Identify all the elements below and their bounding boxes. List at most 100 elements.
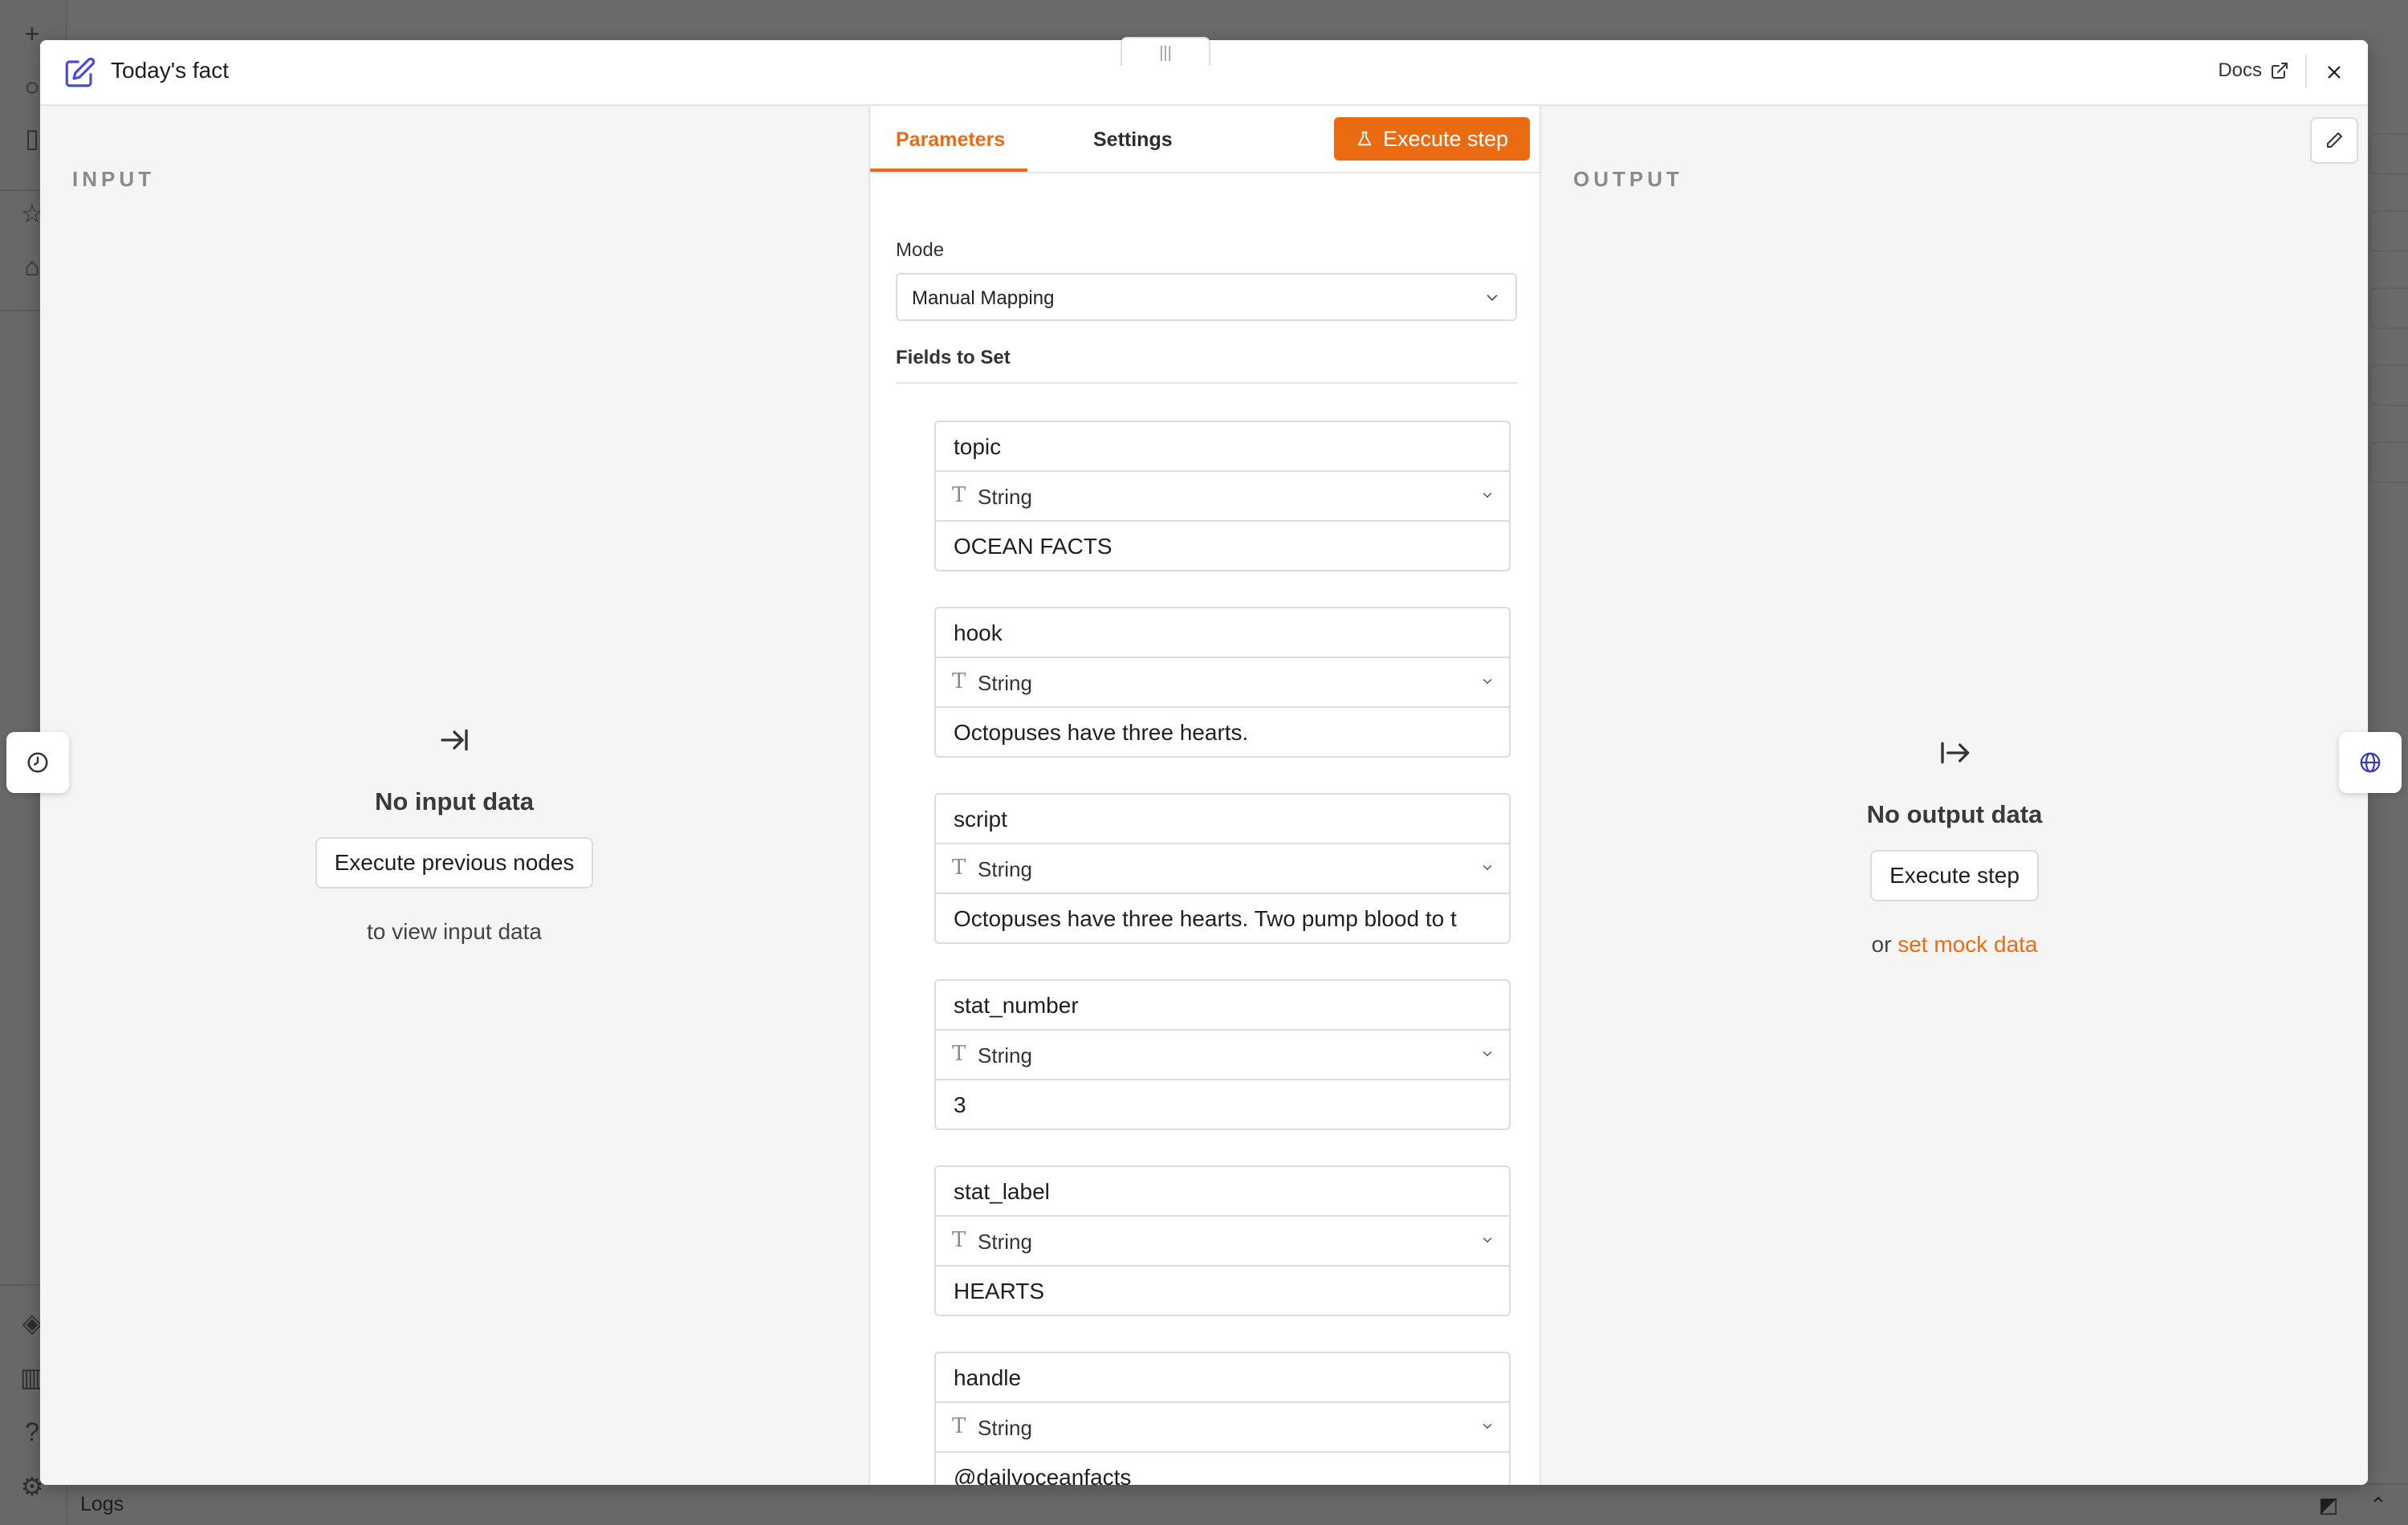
chevron-down-icon: [1483, 679, 1492, 684]
field-value-input[interactable]: @dailyoceanfacts: [936, 1453, 1509, 1485]
chevron-down-icon: [1483, 1051, 1492, 1056]
field-name-input[interactable]: script: [936, 795, 1509, 844]
node-modal: Today's fact Docs INPUT No input data Ex…: [40, 40, 2368, 1485]
chevron-down-icon: [1483, 1424, 1492, 1429]
type-string-icon: T: [952, 483, 966, 507]
execute-step-button[interactable]: Execute step: [1334, 117, 1530, 161]
field-type: String: [978, 1416, 1032, 1440]
field-type: String: [978, 485, 1032, 509]
header-divider: [2305, 55, 2307, 88]
docs-link[interactable]: Docs: [2218, 59, 2289, 82]
field-value-input[interactable]: 3: [936, 1080, 1509, 1128]
no-output-title: No output data: [1866, 800, 2043, 828]
output-hint: or set mock data: [1714, 932, 2195, 958]
field-value: Octopuses have three hearts. Two pump bl…: [954, 906, 1457, 931]
field-value: OCEAN FACTS: [954, 534, 1112, 559]
type-string-icon: T: [952, 669, 966, 693]
execute-previous-nodes-button[interactable]: Execute previous nodes: [315, 837, 594, 889]
field-type: String: [978, 671, 1032, 695]
input-empty-state: No input data Execute previous nodes to …: [214, 724, 695, 945]
field-type-select[interactable]: T String: [936, 844, 1509, 894]
field-group: stat_number T String 3: [934, 979, 1511, 1130]
field-name: stat_number: [954, 993, 1079, 1018]
type-string-icon: T: [952, 1414, 966, 1438]
field-name-input[interactable]: stat_number: [936, 981, 1509, 1031]
field-group: stat_label T String HEARTS: [934, 1165, 1511, 1316]
pencil-icon: [2327, 132, 2342, 148]
edit-output-button[interactable]: [2310, 117, 2358, 164]
mode-value: Manual Mapping: [912, 287, 1055, 309]
flask-icon: [1357, 131, 1372, 146]
field-type-select[interactable]: T String: [936, 1217, 1509, 1267]
arrow-to-right-icon: [441, 729, 468, 751]
execute-step-label: Execute step: [1382, 126, 1509, 151]
field-value-input[interactable]: OCEAN FACTS: [936, 522, 1509, 570]
external-link-icon: [2272, 63, 2288, 79]
type-string-icon: T: [952, 856, 966, 880]
output-panel-label: OUTPUT: [1573, 167, 1683, 191]
tab-parameters[interactable]: Parameters: [896, 128, 1005, 152]
input-panel: INPUT No input data Execute previous nod…: [40, 106, 868, 1485]
field-type-select[interactable]: T String: [936, 1031, 1509, 1080]
output-hint-prefix: or: [1871, 932, 1892, 957]
modal-title[interactable]: Today's fact: [111, 58, 229, 83]
mode-label: Mode: [896, 239, 945, 261]
field-name-input[interactable]: stat_label: [936, 1167, 1509, 1217]
field-value-input[interactable]: Octopuses have three hearts. Two pump bl…: [936, 894, 1509, 942]
no-input-title: No input data: [374, 787, 535, 815]
web-button[interactable]: [2339, 732, 2402, 793]
output-empty-state: No output data Execute step or set mock …: [1714, 737, 2195, 958]
panel-drag-handle[interactable]: |||: [1121, 37, 1210, 66]
set-mock-data-link[interactable]: set mock data: [1898, 932, 2037, 957]
field-value: Octopuses have three hearts.: [954, 720, 1249, 745]
chevron-up-icon[interactable]: ⌃: [2365, 1491, 2392, 1519]
field-value: @dailyoceanfacts: [954, 1465, 1132, 1485]
chevron-down-icon: [1483, 865, 1492, 870]
history-button[interactable]: [6, 732, 69, 793]
field-value-input[interactable]: HEARTS: [936, 1267, 1509, 1315]
field-name: script: [954, 807, 1007, 832]
type-string-icon: T: [952, 1042, 966, 1066]
field-value: HEARTS: [954, 1279, 1045, 1303]
type-string-icon: T: [952, 1228, 966, 1252]
field-name: handle: [954, 1365, 1022, 1390]
logs-label: Logs: [80, 1493, 124, 1515]
field-type-select[interactable]: T String: [936, 472, 1509, 522]
mode-select[interactable]: Manual Mapping: [896, 273, 1517, 321]
docs-label: Docs: [2218, 59, 2262, 81]
output-panel: OUTPUT No output data Execute step or se…: [1541, 106, 2368, 1485]
popout-icon[interactable]: ◩: [2315, 1491, 2342, 1519]
field-name: hook: [954, 620, 1003, 645]
chevron-down-icon: [1487, 295, 1498, 301]
output-execute-step-button[interactable]: Execute step: [1870, 850, 2039, 901]
field-value-input[interactable]: Octopuses have three hearts.: [936, 708, 1509, 756]
clock-icon: [27, 752, 48, 773]
logs-bar[interactable]: Logs ◩ ⌃: [67, 1483, 2408, 1525]
field-type: String: [978, 1230, 1032, 1254]
close-button[interactable]: [2318, 56, 2350, 88]
field-name-input[interactable]: handle: [936, 1353, 1509, 1403]
arrow-from-line-icon: [1941, 742, 1970, 764]
fields-to-set-label: Fields to Set: [896, 347, 1011, 368]
tab-settings[interactable]: Settings: [1093, 128, 1173, 152]
close-icon: [2328, 66, 2341, 79]
field-type: String: [978, 857, 1032, 881]
parameters-panel: Parameters Settings Execute step Mode Ma…: [868, 106, 1541, 1485]
active-tab-indicator: [870, 169, 1027, 172]
field-name: stat_label: [954, 1179, 1050, 1204]
field-group: script T String Octopuses have three hea…: [934, 793, 1511, 944]
globe-icon: [2360, 752, 2381, 773]
chevron-down-icon: [1483, 493, 1492, 498]
field-name-input[interactable]: topic: [936, 422, 1509, 472]
field-type-select[interactable]: T String: [936, 1403, 1509, 1453]
field-group: handle T String @dailyoceanfacts: [934, 1352, 1511, 1485]
field-group: topic T String OCEAN FACTS: [934, 421, 1511, 571]
field-type: String: [978, 1043, 1032, 1068]
field-type-select[interactable]: T String: [936, 658, 1509, 708]
panel-tabs: Parameters Settings Execute step: [870, 106, 1540, 173]
input-hint: to view input data: [367, 919, 542, 944]
field-name: topic: [954, 434, 1002, 459]
edit-icon[interactable]: [63, 56, 96, 90]
input-panel-label: INPUT: [72, 167, 155, 191]
field-name-input[interactable]: hook: [936, 608, 1509, 658]
